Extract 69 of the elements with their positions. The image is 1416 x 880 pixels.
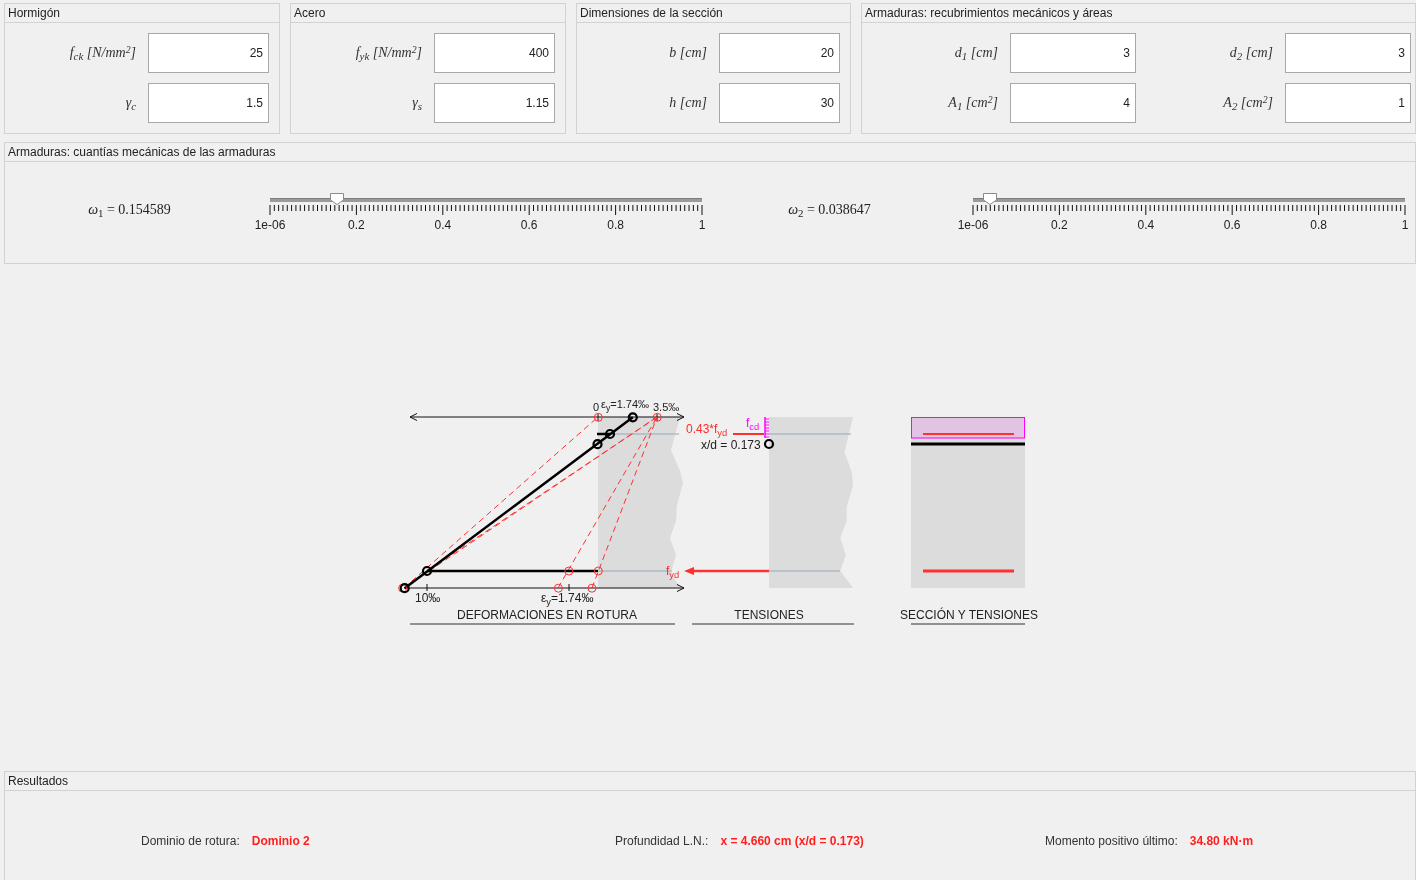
steel-stress-line [732,433,765,435]
quantity-label: ω$_{1}$ = 0.154589 [88,202,171,218]
tick-label: 0.8 [607,218,624,232]
ring-icon [593,412,603,422]
result-label: Dominio de rotura: [141,834,240,848]
tick-label: 0.2 [1051,218,1068,232]
stress-label: 0.43*f$_{yd}$ [686,422,728,436]
ring-icon [627,412,638,423]
slider-thumb[interactable] [329,193,344,205]
result-label: Momento positivo último: [1045,834,1178,848]
result-value: x = 4.660 cm (x/d = 0.173) [720,834,864,848]
tick-label: 0.4 [434,218,452,232]
number-field[interactable]: 1 [1285,83,1411,123]
field-label: d$_{1}$ [cm] [954,45,998,61]
tick-label: 1e-06 [957,218,989,232]
strain-value-label: ε$_{y}$=1.74‰ [601,397,650,411]
panel-title: Hormigón [5,4,279,23]
diagram-caption: TENSIONES [734,608,804,622]
strain-value-label: 10‰ [415,591,441,605]
result-value: Dominio 2 [251,834,310,848]
field-label: f$_{ck}$ [N/mm$^{2}$] [69,45,136,61]
field-label: γ$_{c}$ [125,95,136,111]
diagram-caption: SECCIÓN Y TENSIONES [900,608,1038,622]
tick-label: 0.6 [520,218,538,232]
ring-icon [604,428,616,440]
strain-value-label: 0 [593,400,600,414]
tick-label: 1 [698,218,706,232]
field-label: f$_{yk}$ [N/mm$^{2}$] [355,45,422,61]
tick-label: 1 [1401,218,1409,232]
result-value: 34.80 kN·m [1189,834,1254,848]
number-field[interactable]: 1.5 [148,83,269,123]
slider-thumb[interactable] [982,193,997,205]
tick-label: 0.8 [1310,218,1327,232]
tick-label: 0.4 [1137,218,1155,232]
field-label: b [cm] [669,45,707,61]
ring-icon [763,438,775,450]
field-label: A$_{1}$ [cm$^{2}$] [948,95,998,111]
compression-block [764,416,770,439]
strain-value-label: ε$_{y}$=1.74‰ [541,591,594,605]
result-label: Profundidad L.N.: [615,834,709,848]
number-field[interactable]: 1.15 [434,83,555,123]
depth-ratio-label: x/d = 0.173 [701,438,761,452]
ring-icon [652,412,662,422]
stress-label: f$_{yd}$ [666,564,680,578]
field-label: γ$_{s}$ [412,95,422,111]
field-label: d$_{2}$ [cm] [1229,45,1273,61]
ring-icon [421,565,433,577]
tick-label: 0.2 [348,218,365,232]
number-field[interactable]: 3 [1010,33,1136,73]
panel-title: Armaduras: cuantías mecánicas de las armaduras [5,143,1415,162]
quantity-label: ω$_{2}$ = 0.038647 [788,202,871,218]
tick-label: 0.6 [1223,218,1241,232]
tick-label: 1e-06 [254,218,286,232]
field-label: h [cm] [669,95,707,111]
panel-title: Armaduras: recubrimientos mecánicos y áreas [862,4,1415,23]
number-field[interactable]: 20 [719,33,840,73]
number-field[interactable]: 400 [434,33,555,73]
field-label: A$_{2}$ [cm$^{2}$] [1223,95,1273,111]
ring-icon [592,439,603,450]
panel-title: Dimensiones de la sección [577,4,850,23]
number-field[interactable]: 4 [1010,83,1136,123]
panel-title: Resultados [5,772,1415,791]
number-field[interactable]: 30 [719,83,840,123]
number-field[interactable]: 3 [1285,33,1411,73]
number-field[interactable]: 25 [148,33,269,73]
strain-value-label: 3.5‰ [653,400,680,414]
stress-label: f$_{cd}$ [746,416,760,430]
panel-title: Acero [291,4,565,23]
diagram-caption: DEFORMACIONES EN ROTURA [457,608,637,622]
